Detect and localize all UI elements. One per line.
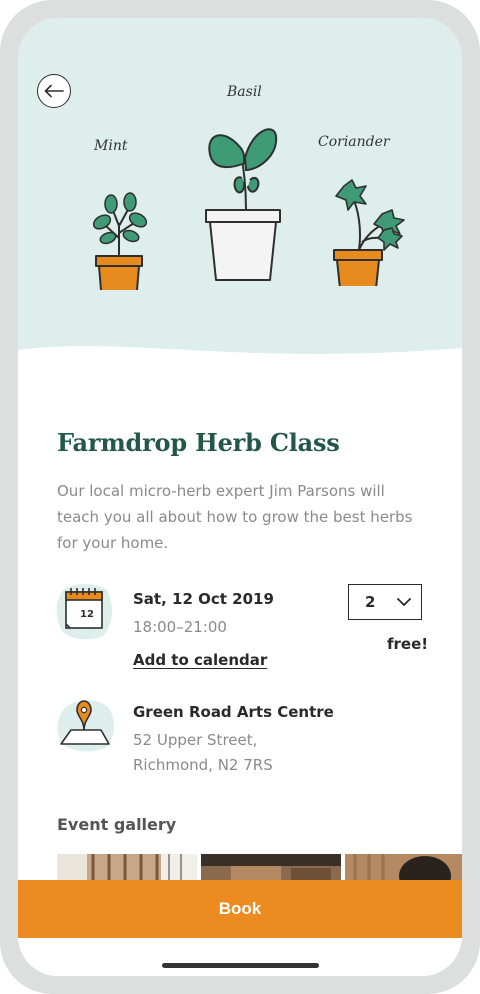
mint-plant-icon <box>92 192 148 290</box>
ticket-quantity-select[interactable]: 2 <box>348 584 422 620</box>
plant-label-mint: Mint <box>94 138 128 154</box>
event-time: 18:00–21:00 <box>133 618 227 636</box>
back-button[interactable] <box>37 74 71 108</box>
app-screen: Mint Basil Coriander Farmdrop Herb Class… <box>18 18 462 976</box>
event-description: Our local micro-herb expert Jim Parsons … <box>57 482 413 552</box>
event-title: Farmdrop Herb Class <box>57 428 340 457</box>
arrow-left-icon <box>44 84 64 98</box>
map-pin-icon <box>57 700 114 752</box>
chevron-down-icon <box>397 598 411 606</box>
venue-name: Green Road Arts Centre <box>133 703 334 721</box>
venue-address-line2: Richmond, N2 7RS <box>133 756 273 774</box>
phone-frame: Mint Basil Coriander Farmdrop Herb Class… <box>0 0 480 994</box>
calendar-day: 12 <box>80 609 94 620</box>
home-indicator[interactable] <box>162 963 319 968</box>
venue-address-line1: 52 Upper Street, <box>133 731 258 749</box>
coriander-plant-icon <box>333 179 405 286</box>
gallery-title: Event gallery <box>57 815 177 834</box>
basil-plant-icon <box>205 128 281 281</box>
ticket-quantity-value: 2 <box>365 593 376 611</box>
hero-wave <box>18 346 462 370</box>
add-to-calendar-link[interactable]: Add to calendar <box>133 651 267 669</box>
hero-illustration: Mint Basil Coriander <box>18 18 462 370</box>
plant-label-basil: Basil <box>227 84 262 100</box>
plant-label-coriander: Coriander <box>318 134 390 150</box>
home-bar-area <box>18 938 462 976</box>
ticket-price: free! <box>387 635 429 653</box>
book-button[interactable]: Book <box>18 880 462 938</box>
event-date: Sat, 12 Oct 2019 <box>133 590 274 608</box>
